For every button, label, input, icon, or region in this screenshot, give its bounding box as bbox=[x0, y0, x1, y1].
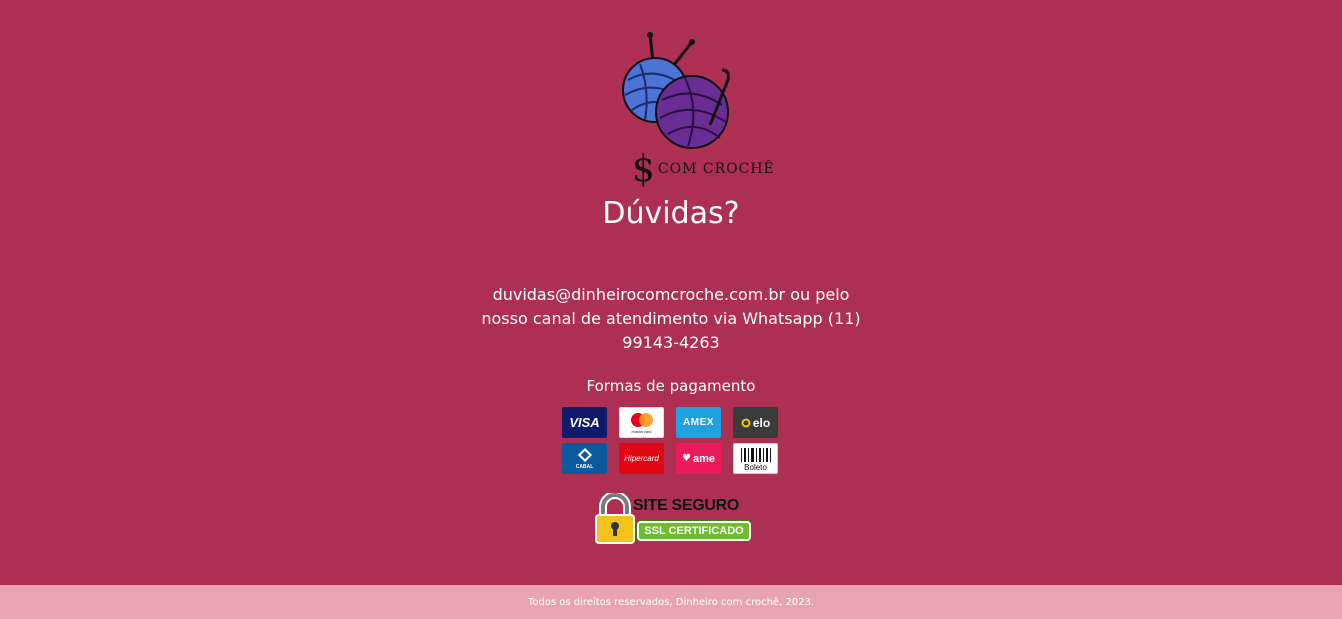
brand-logo[interactable]: $ COM CROCHÊ bbox=[610, 30, 774, 190]
ame-icon: ♥ ame bbox=[676, 443, 721, 474]
logo-text: $ COM CROCHÊ bbox=[632, 141, 775, 190]
logo-dollar-sign: $ bbox=[632, 149, 656, 190]
boleto-icon: Boleto bbox=[733, 443, 778, 474]
mastercard-icon: mastercard bbox=[619, 407, 664, 438]
elo-icon: elo bbox=[733, 407, 778, 438]
mastercard-label: mastercard bbox=[631, 429, 652, 434]
padlock-icon bbox=[595, 493, 635, 544]
elo-label: elo bbox=[752, 415, 771, 430]
cabal-icon: CABAL bbox=[562, 443, 607, 474]
hipercard-icon: Hipercard bbox=[619, 443, 664, 474]
security-seal[interactable]: SITE SEGURO SSL CERTIFICADO bbox=[593, 493, 755, 545]
cabal-diamond bbox=[577, 447, 592, 462]
barcode-icon bbox=[740, 447, 771, 462]
mastercard-circles bbox=[630, 412, 653, 427]
footer: Todos os direitos reservados, Dinheiro c… bbox=[0, 585, 1342, 619]
logo-wordmark: COM CROCHÊ bbox=[657, 161, 775, 177]
ame-label: ame bbox=[692, 452, 715, 465]
hipercard-label: Hipercard bbox=[624, 454, 659, 463]
cabal-label: CABAL bbox=[575, 464, 594, 470]
page-title: Dúvidas? bbox=[602, 196, 740, 231]
boleto-label: Boleto bbox=[744, 463, 767, 472]
footer-copyright: Todos os direitos reservados, Dinheiro c… bbox=[527, 596, 815, 608]
visa-icon: VISA bbox=[562, 407, 607, 438]
contact-text: duvidas@dinheirocomcroche.com.br ou pelo… bbox=[481, 285, 861, 352]
seal-title: SITE SEGURO bbox=[633, 497, 740, 514]
seal-subtitle: SSL CERTIFICADO bbox=[637, 521, 751, 541]
amex-icon: AMEX bbox=[676, 407, 721, 438]
visa-label: VISA bbox=[569, 415, 600, 430]
payment-methods-title: Formas de pagamento bbox=[586, 377, 756, 395]
amex-label: AMEX bbox=[683, 417, 714, 428]
heart-icon: ♥ bbox=[682, 453, 691, 464]
elo-ring bbox=[741, 418, 751, 427]
